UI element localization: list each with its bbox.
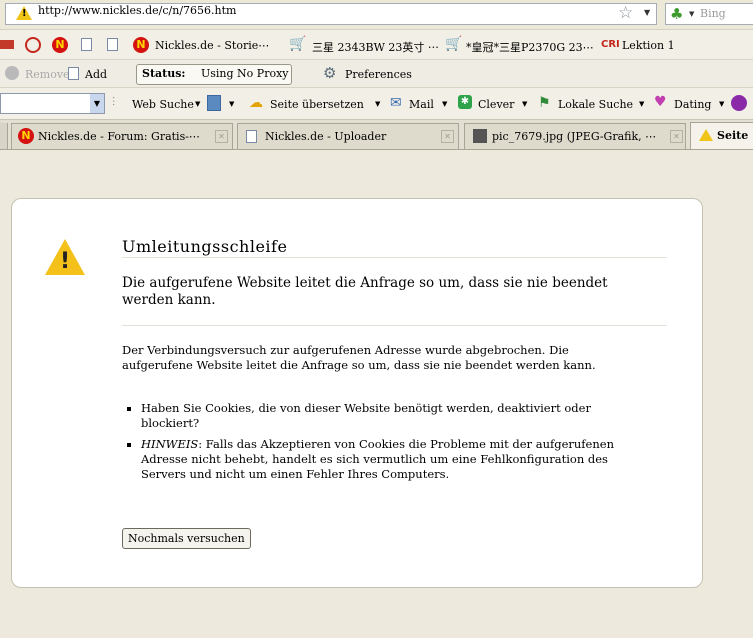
- page-icon[interactable]: [81, 38, 92, 51]
- bookmark-item-samsung[interactable]: 三星 2343BW 23英寸 ⋯: [312, 39, 439, 55]
- dropdown-arrow-icon[interactable]: ▼: [375, 100, 380, 108]
- status-value: Using No Proxy: [201, 67, 289, 80]
- tab-active-error[interactable]: Seite: [690, 122, 753, 149]
- translate-button[interactable]: Seite übersetzen: [270, 98, 364, 111]
- tab-label: pic_7679.jpg (JPEG-Grafik, ⋯: [492, 130, 657, 143]
- close-tab-icon[interactable]: ✕: [441, 130, 454, 143]
- bookmark-icon[interactable]: [0, 40, 14, 49]
- nickles-icon: N: [133, 37, 149, 53]
- separator-icon: ⫶: [112, 95, 116, 109]
- bookmark-item-lektion[interactable]: Lektion 1: [622, 39, 675, 52]
- web-search-button[interactable]: Web Suche: [132, 98, 194, 111]
- map-icon: ⚑: [538, 95, 551, 111]
- status-label: Status:: [142, 67, 186, 80]
- suggestion-cookies: Haben Sie Cookies, die von dieser Websit…: [141, 401, 651, 431]
- error-long-description: Der Verbindungsversuch zur aufgerufenen …: [122, 343, 596, 372]
- dating-button[interactable]: Dating: [674, 98, 711, 111]
- suggestion-hint: HINWEIS: Falls das Akzeptieren von Cooki…: [141, 437, 651, 482]
- tab-label: Nickles.de - Uploader: [265, 130, 387, 143]
- search-engine-dropdown-icon[interactable]: ▼: [689, 10, 694, 18]
- hint-label: HINWEIS: [141, 437, 199, 451]
- clever-button[interactable]: Clever: [478, 98, 514, 111]
- shield-icon[interactable]: [207, 95, 221, 111]
- dropdown-arrow-icon[interactable]: ▼: [229, 100, 234, 108]
- remove-icon: [5, 66, 19, 80]
- nickles-icon[interactable]: N: [52, 37, 68, 53]
- tab-nickles-uploader[interactable]: Nickles.de - Uploader ✕: [237, 123, 459, 149]
- more-icon[interactable]: [731, 95, 747, 111]
- nickles-icon: N: [18, 128, 34, 144]
- tab-label: Seite: [717, 129, 749, 142]
- image-icon: [473, 129, 487, 143]
- bookmark-item-samsung-p2370[interactable]: *皇冠*三星P2370G 23⋯: [466, 39, 594, 55]
- dropdown-arrow-icon[interactable]: ▼: [195, 100, 200, 108]
- remove-button[interactable]: Remove: [25, 68, 70, 81]
- try-again-button[interactable]: Nochmals versuchen: [122, 528, 251, 549]
- description-divider: [122, 325, 667, 326]
- gear-icon: ⚙: [323, 64, 337, 82]
- heart-icon: ♥: [654, 94, 667, 110]
- title-divider: [122, 257, 667, 258]
- dropdown-arrow-icon[interactable]: ▼: [639, 100, 644, 108]
- dropdown-arrow-icon[interactable]: ▼: [719, 100, 724, 108]
- hint-text: : Falls das Akzeptieren von Cookies die …: [141, 437, 614, 481]
- bookmark-item-nickles[interactable]: Nickles.de - Storie⋯: [155, 39, 269, 52]
- addon-toolbar: Remove Add Status: Using No Proxy ⚙ Pref…: [0, 60, 753, 88]
- mail-button[interactable]: Mail: [409, 98, 434, 111]
- local-search-button[interactable]: Lokale Suche: [558, 98, 633, 111]
- search-placeholder: Bing: [700, 7, 726, 20]
- page-icon: [246, 130, 257, 143]
- error-title: Umleitungsschleife: [122, 237, 288, 256]
- error-suggestions-list: Haben Sie Cookies, die von dieser Websit…: [130, 401, 651, 488]
- search-engine-icon[interactable]: ♣: [670, 5, 683, 23]
- translate-icon: ☁: [249, 95, 263, 111]
- chevron-down-icon[interactable]: ▼: [90, 94, 104, 113]
- url-text[interactable]: http://www.nickles.de/c/n/7656.htm: [38, 4, 236, 17]
- error-short-description: Die aufgerufene Website leitet die Anfra…: [122, 275, 608, 308]
- mail-icon: ✉: [390, 95, 402, 111]
- page-icon[interactable]: [107, 38, 118, 51]
- dropdown-arrow-icon[interactable]: ▼: [522, 100, 527, 108]
- tab-strip: N Nickles.de - Forum: Gratis-⋯ ✕ Nickles…: [0, 120, 753, 150]
- dropdown-arrow-icon[interactable]: ▼: [442, 100, 447, 108]
- warning-icon: [699, 129, 713, 141]
- navigation-bar: ! http://www.nickles.de/c/n/7656.htm ☆ ▼…: [0, 0, 753, 30]
- preferences-button[interactable]: Preferences: [345, 68, 412, 81]
- target-icon[interactable]: [25, 37, 41, 53]
- bookmarks-toolbar: N N Nickles.de - Storie⋯ 🛒 三星 2343BW 23英…: [0, 30, 753, 60]
- add-button[interactable]: Add: [85, 68, 107, 81]
- warning-icon-mark: !: [60, 249, 71, 274]
- tab-label: Nickles.de - Forum: Gratis-⋯: [38, 130, 200, 143]
- cart-icon: 🛒: [445, 36, 463, 52]
- tab-nickles-forum[interactable]: N Nickles.de - Forum: Gratis-⋯ ✕: [11, 123, 233, 149]
- add-icon: [68, 67, 79, 80]
- clever-icon: ✱: [458, 95, 472, 109]
- close-tab-icon[interactable]: ✕: [215, 130, 228, 143]
- error-page-container: ! Umleitungsschleife Die aufgerufene Web…: [11, 198, 703, 588]
- bookmark-star-icon[interactable]: ☆: [618, 3, 633, 23]
- close-tab-icon[interactable]: ✕: [670, 130, 683, 143]
- search-toolbar: ▼ ⫶ Web Suche ▼ ▼ ☁ Seite übersetzen ▼ ✉…: [0, 88, 753, 120]
- tab-scroll-left[interactable]: [0, 123, 8, 149]
- history-dropdown-icon[interactable]: ▼: [644, 8, 650, 17]
- cart-icon: 🛒: [289, 36, 307, 52]
- tab-jpeg-image[interactable]: pic_7679.jpg (JPEG-Grafik, ⋯ ✕: [464, 123, 686, 149]
- cri-icon: CRI: [601, 39, 620, 50]
- site-warning-icon-mark: !: [22, 8, 27, 19]
